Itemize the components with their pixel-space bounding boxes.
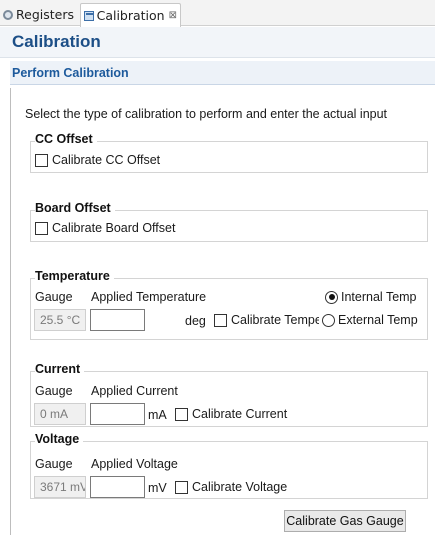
temperature-gauge-label: Gauge	[35, 290, 73, 304]
calibrate-current-checkbox[interactable]: Calibrate Current	[175, 407, 287, 421]
tab-calibration[interactable]: Calibration ⊠	[80, 3, 181, 27]
voltage-title: Voltage	[35, 432, 84, 446]
calibrate-board-offset-checkbox[interactable]: Calibrate Board Offset	[35, 221, 175, 235]
view-icon	[84, 10, 94, 21]
external-temp-radio-button[interactable]	[322, 313, 335, 327]
temperature-checkbox-box[interactable]	[214, 313, 227, 327]
voltage-gauge-value: 3671 mV	[34, 476, 86, 498]
section-header[interactable]: Perform Calibration	[10, 61, 435, 85]
close-icon[interactable]: ⊠	[169, 10, 177, 21]
applied-temperature-label: Applied Temperature	[91, 290, 207, 304]
applied-current-input[interactable]	[90, 403, 145, 425]
applied-temperature-input[interactable]	[90, 309, 145, 331]
form-header: Calibration	[0, 27, 435, 58]
page-title: Calibration	[12, 32, 101, 51]
calibrate-gas-gauge-button[interactable]: Calibrate Gas Gauge	[284, 510, 406, 532]
internal-temp-label: Internal Temp	[341, 290, 417, 304]
current-title: Current	[35, 362, 85, 376]
cc-offset-checkbox-box[interactable]	[35, 153, 48, 167]
current-gauge-label: Gauge	[35, 384, 73, 398]
external-temp-label: External Temp	[338, 313, 418, 327]
board-offset-checkbox-label: Calibrate Board Offset	[52, 221, 176, 235]
applied-current-label: Applied Current	[91, 384, 178, 398]
gear-icon	[3, 10, 13, 20]
editor-tab-bar: Registers Calibration ⊠	[0, 0, 435, 27]
internal-temp-radio[interactable]: Internal Temp	[325, 290, 417, 304]
section-title: Perform Calibration	[12, 65, 129, 80]
external-temp-radio[interactable]: External Temp	[322, 313, 418, 327]
temperature-unit: deg	[185, 314, 206, 328]
calibrate-cc-offset-checkbox[interactable]: Calibrate CC Offset	[35, 153, 160, 167]
voltage-checkbox-label: Calibrate Voltage	[192, 480, 288, 494]
calibrate-temperature-checkbox[interactable]: Calibrate Temperature	[214, 313, 319, 327]
voltage-checkbox-box[interactable]	[175, 480, 188, 494]
voltage-unit: mV	[148, 481, 167, 495]
internal-temp-radio-button[interactable]	[325, 290, 338, 304]
current-checkbox-box[interactable]	[175, 407, 188, 421]
cc-offset-checkbox-label: Calibrate CC Offset	[52, 153, 161, 167]
cc-offset-title: CC Offset	[35, 132, 97, 146]
applied-voltage-label: Applied Voltage	[91, 457, 178, 471]
temperature-checkbox-label: Calibrate Temperature	[231, 313, 319, 327]
tab-calibration-label: Calibration	[96, 8, 165, 23]
voltage-gauge-label: Gauge	[35, 457, 73, 471]
current-gauge-value: 0 mA	[34, 403, 86, 425]
tab-registers[interactable]: Registers	[0, 3, 77, 26]
current-checkbox-label: Calibrate Current	[192, 407, 288, 421]
tab-registers-label: Registers	[16, 7, 74, 22]
temperature-title: Temperature	[35, 269, 114, 283]
instructions-text: Select the type of calibration to perfor…	[25, 107, 388, 121]
current-unit: mA	[148, 408, 167, 422]
board-offset-checkbox-box[interactable]	[35, 221, 48, 235]
board-offset-title: Board Offset	[35, 201, 115, 215]
calibrate-voltage-checkbox[interactable]: Calibrate Voltage	[175, 480, 287, 494]
applied-voltage-input[interactable]	[90, 476, 145, 498]
temperature-gauge-value: 25.5 °C	[34, 309, 86, 331]
